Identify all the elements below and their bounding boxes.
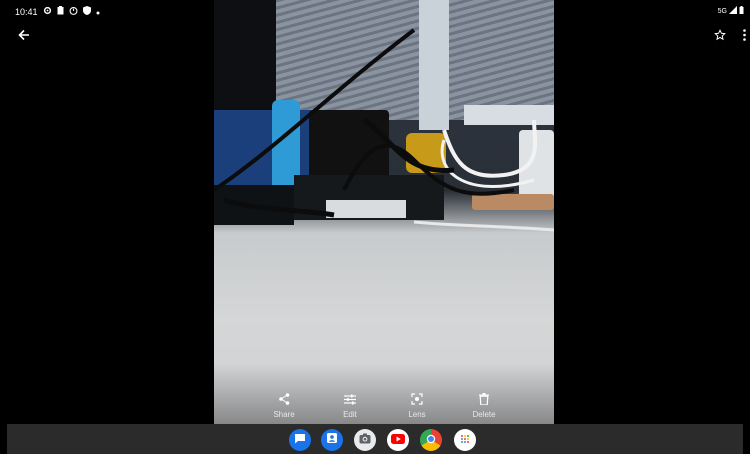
chrome-app-button[interactable] bbox=[420, 429, 442, 451]
lens-label: Lens bbox=[408, 410, 426, 419]
camera-app-button[interactable] bbox=[354, 429, 376, 451]
back-arrow-icon bbox=[18, 28, 30, 46]
edit-button[interactable]: Edit bbox=[325, 392, 375, 419]
chrome-icon bbox=[426, 431, 436, 449]
favorite-button[interactable] bbox=[710, 27, 730, 47]
contacts-app-button[interactable] bbox=[321, 429, 343, 451]
status-right: 5G bbox=[718, 6, 744, 16]
status-left: 10:41 bbox=[15, 6, 100, 17]
more-vert-icon bbox=[742, 28, 746, 46]
settings-icon bbox=[43, 6, 52, 17]
share-button[interactable]: Share bbox=[259, 392, 309, 419]
share-label: Share bbox=[273, 410, 295, 419]
signal-icon bbox=[729, 6, 737, 16]
app-drawer-button[interactable] bbox=[454, 429, 476, 451]
tune-icon bbox=[343, 392, 357, 406]
edit-label: Edit bbox=[343, 410, 357, 419]
app-drawer-icon bbox=[460, 431, 470, 449]
back-button[interactable] bbox=[14, 27, 34, 47]
share-icon bbox=[277, 392, 291, 406]
camera-icon bbox=[359, 431, 371, 449]
messages-icon bbox=[294, 431, 306, 449]
photo-cables bbox=[214, 28, 554, 232]
contacts-icon bbox=[326, 431, 338, 449]
lens-button[interactable]: Lens bbox=[392, 392, 442, 419]
photo-action-bar: Share Edit Lens Delete bbox=[214, 392, 554, 424]
battery-icon bbox=[739, 6, 744, 16]
delete-label: Delete bbox=[472, 410, 496, 419]
messages-app-button[interactable] bbox=[289, 429, 311, 451]
clipboard-icon bbox=[57, 6, 64, 17]
timer-icon bbox=[69, 6, 78, 17]
shield-icon bbox=[82, 6, 91, 17]
status-time: 10:41 bbox=[15, 6, 38, 17]
trash-icon bbox=[477, 392, 491, 406]
star-outline-icon bbox=[714, 28, 726, 46]
more-options-button[interactable] bbox=[738, 27, 750, 47]
dot-icon bbox=[96, 7, 100, 17]
delete-button[interactable]: Delete bbox=[459, 392, 509, 419]
photo-viewer[interactable] bbox=[214, 0, 554, 424]
lens-icon bbox=[410, 392, 424, 406]
youtube-app-button[interactable] bbox=[387, 429, 409, 451]
taskbar bbox=[7, 424, 743, 454]
network-label: 5G bbox=[717, 7, 727, 15]
youtube-icon bbox=[391, 431, 405, 449]
